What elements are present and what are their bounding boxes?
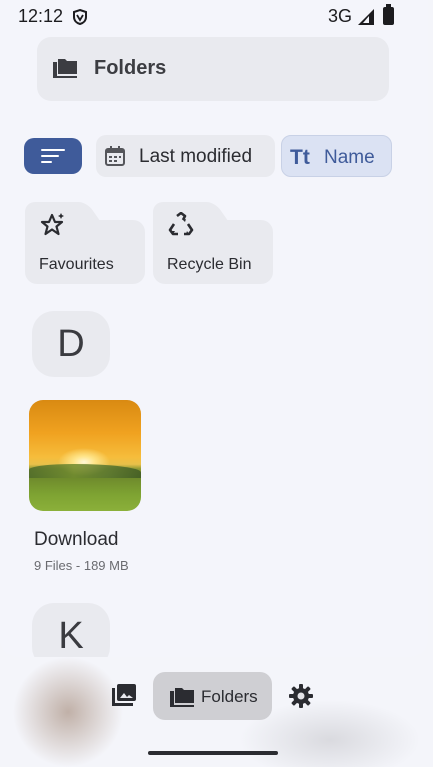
photo-icon[interactable] <box>110 682 138 713</box>
gesture-bar[interactable] <box>148 751 278 755</box>
favourites-folder[interactable]: Favourites <box>25 202 147 284</box>
section-header-letter: D <box>32 311 110 377</box>
sort-last-modified-label: Last modified <box>139 146 253 167</box>
bottom-navigation: Folders <box>0 668 433 728</box>
sort-last-modified-chip[interactable]: Last modified <box>96 135 275 177</box>
recycle-bin-folder[interactable]: Recycle Bin <box>153 202 275 284</box>
folder-icon <box>168 685 196 714</box>
page-title: Folders <box>94 57 167 79</box>
folders-header-card[interactable]: Folders <box>37 37 389 101</box>
sort-name-chip[interactable]: Tt Name <box>281 135 392 177</box>
text-format-icon: Tt <box>290 146 310 169</box>
sort-name-label: Name <box>324 147 375 168</box>
gear-icon[interactable] <box>287 682 315 715</box>
folder-name[interactable]: Download <box>34 529 119 551</box>
folder-thumbnail[interactable] <box>29 400 141 511</box>
folder-meta: 9 Files - 189 MB <box>34 558 129 573</box>
battery-icon <box>383 4 394 25</box>
recycle-bin-label: Recycle Bin <box>167 256 252 273</box>
calendar-icon <box>104 145 126 173</box>
network-type: 3G <box>328 6 353 26</box>
folder-stack-icon <box>51 56 79 85</box>
favourites-label: Favourites <box>39 256 114 273</box>
sort-icon-line <box>41 155 59 157</box>
status-bar: 12:12 3G <box>0 0 433 34</box>
sort-icon <box>41 149 65 151</box>
star-sparkle-icon <box>39 212 67 243</box>
recycle-icon <box>167 211 195 243</box>
sort-order-button[interactable] <box>24 138 82 174</box>
nav-folders-button[interactable]: Folders <box>153 672 272 720</box>
thumbnail-landscape <box>29 464 141 478</box>
vpn-shield-icon <box>72 8 88 30</box>
nav-folders-label: Folders <box>201 687 258 706</box>
sort-icon-line <box>41 161 52 163</box>
clock: 12:12 <box>18 6 64 26</box>
folders-sheet: Folders Last modified Tt Name Favourites… <box>0 0 428 657</box>
signal-icon <box>356 8 376 31</box>
section-header-letter: K <box>32 603 110 657</box>
